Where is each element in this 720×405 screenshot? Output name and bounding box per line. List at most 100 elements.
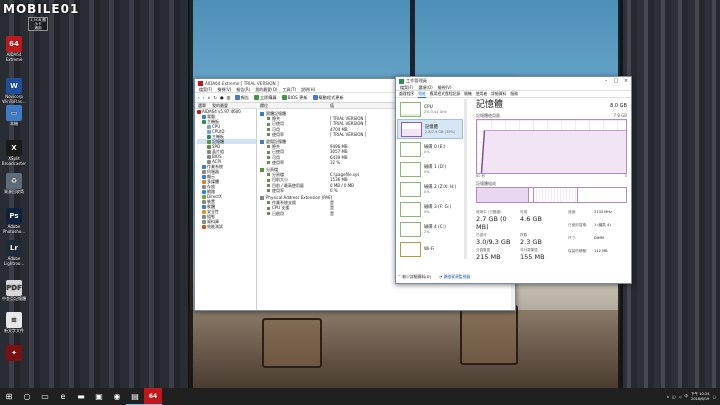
perf-item[interactable]: 磁碟 2 (Z:X: H:) 0% [397, 179, 463, 199]
chrome-icon[interactable]: ◉ [108, 388, 126, 405]
tree-item-icon [202, 204, 206, 209]
tree-item[interactable]: 效能測試 [197, 224, 256, 229]
composition-standby [533, 188, 579, 202]
aida64-app-icon [198, 80, 203, 86]
explorer-icon[interactable]: ▬ [72, 388, 90, 405]
chart-icon[interactable]: ▥ [227, 95, 231, 100]
maximize-icon[interactable]: □ [611, 78, 621, 84]
field-label: 已啟用 [272, 210, 284, 216]
desktop-icon[interactable]: PDF 中金亞記憶體 [1, 280, 27, 302]
search-icon[interactable]: ○ [18, 388, 36, 405]
edge-icon[interactable]: e [54, 388, 72, 405]
forward-icon[interactable]: › [203, 95, 205, 100]
perf-item[interactable]: CPU 2% 3.41 GHz [397, 99, 463, 119]
desktop-icon[interactable]: ✦ [1, 345, 27, 362]
perf-thumbnail [400, 221, 421, 237]
desktop-icon[interactable]: X XSplit Broadcaster [1, 140, 27, 166]
perf-item[interactable]: 磁碟 3 (F: G:) 0% [397, 199, 463, 219]
floor [190, 310, 620, 388]
field-column-header[interactable]: 欄位 [258, 103, 330, 108]
taskmanager-icon[interactable]: ▤ [126, 388, 144, 405]
tab-3[interactable]: 開機 [464, 91, 472, 97]
buy-button[interactable]: 立即購買 [253, 95, 278, 101]
composition-in-use [477, 188, 530, 202]
lightroom-icon: Lr [6, 240, 22, 256]
menu-item[interactable]: 檔案(F) [400, 85, 413, 91]
desktop-icon[interactable]: W Novicorp WinToFlas... [1, 78, 27, 104]
menu-item[interactable]: 工具(T) [282, 87, 296, 93]
start-icon[interactable]: ⊞ [0, 388, 18, 405]
sidebar-scrollbar[interactable] [464, 99, 467, 259]
menu-item[interactable]: 報告(R) [236, 87, 250, 93]
perf-thumbnail [400, 201, 421, 217]
desktop-icon[interactable]: ♻ 資源回收筒 [1, 173, 27, 195]
tab-favorites[interactable]: 我的最愛 [209, 103, 231, 109]
aida64-taskbar-icon[interactable]: 64 [144, 388, 162, 405]
up-icon[interactable]: ∧ [207, 95, 210, 100]
tree-item-icon [207, 134, 211, 139]
field-icon [267, 127, 270, 131]
field-label: 使用率 [272, 187, 284, 193]
panel-title: 記憶體 [476, 100, 504, 110]
stat: 已認可 3.0/9.3 GB [476, 233, 520, 246]
desktop-icon[interactable]: ▭ 本機 [1, 105, 27, 127]
fewer-details-button[interactable]: ⌃ 較少詳細資料(D) [398, 274, 431, 280]
notification-icon[interactable]: ▢ [713, 395, 716, 399]
minimize-icon[interactable]: – [601, 78, 611, 84]
field-icon [267, 132, 270, 136]
menu-item[interactable]: 檔案(F) [199, 87, 212, 93]
aida64-icon: 64 [6, 36, 22, 52]
menu-item[interactable]: 檢視(V) [438, 85, 452, 91]
perf-item[interactable]: 磁碟 1 (D:) 0% [397, 159, 463, 179]
value-column-header[interactable]: 值 [330, 103, 334, 108]
bios-update-button[interactable]: BIOS 更新 [281, 95, 309, 101]
tab-menu[interactable]: 選單 [195, 103, 209, 109]
chevron-up-icon[interactable]: ∧ [667, 395, 670, 399]
menu-item[interactable]: 我的最愛(O) [255, 87, 277, 93]
tree-item-icon [207, 149, 211, 154]
close-icon[interactable]: × [621, 78, 631, 84]
perf-item-sub: 0% [424, 150, 430, 154]
perf-item[interactable]: 磁碟 0 (E:) 0% [397, 139, 463, 159]
perf-item[interactable]: 記憶體 2.8/7.9 GB (35%) [397, 119, 463, 139]
desktop-icon[interactable]: Ps Adobe Photosho... [1, 208, 27, 234]
back-icon[interactable]: ‹ [198, 95, 200, 100]
desktop-icon[interactable]: ≡ 新文字文件 [1, 312, 27, 334]
tab-2[interactable]: 應用程式歷程記錄 [430, 91, 460, 97]
stat: 非分頁集區 155 MB [520, 248, 564, 261]
memory-stats: 使用中 (已壓縮) 2.7 GB (0 MB) 可用 4.6 GB 已認可 3.0/9.3… [476, 210, 564, 261]
task-view-icon[interactable]: ▭ [36, 388, 54, 405]
stat-value: 2.3 GB [520, 238, 542, 246]
desktop-icon[interactable]: Lr Adobe Lightroo... [1, 240, 27, 266]
tab-1[interactable]: 效能 [418, 91, 426, 98]
menu-item[interactable]: 說明(H) [301, 87, 315, 93]
section-icon [260, 167, 264, 172]
volume-icon[interactable]: ◁ [679, 395, 682, 399]
field-icon [267, 201, 270, 205]
spec-label: 保留的硬體: [568, 249, 588, 253]
field-icon [267, 178, 270, 182]
field-label: 使用率 [272, 131, 284, 137]
perf-item[interactable]: Wi-Fi [397, 239, 463, 259]
tree-item-icon [202, 194, 206, 199]
memory-usage-graph [476, 119, 627, 174]
time-left: 60 秒 [476, 174, 486, 178]
desktop-icon[interactable]: 64 AIDA64 Extreme [1, 36, 27, 62]
perf-item[interactable]: 磁碟 4 (C:) 2% [397, 219, 463, 239]
store-icon[interactable]: ▣ [90, 388, 108, 405]
refresh-icon[interactable]: ↻ [213, 95, 217, 100]
resource-monitor-link[interactable]: ◔ 開啟資源監視器 [439, 274, 470, 280]
report-button[interactable]: 報告 [234, 95, 250, 101]
aida64-tree: AIDA64 v5.97.4600 電腦 主機板 CPU CPUID 主機板 記憶體 SPD 晶… [195, 109, 257, 310]
stat: 分頁集區 215 MB [476, 248, 520, 261]
tab-0[interactable]: 處理程序 [399, 91, 414, 97]
network-icon[interactable]: ◫ [672, 395, 675, 399]
driver-update-button[interactable]: 驅動程式更新 [312, 95, 345, 101]
taskmanager-app-icon [399, 78, 404, 84]
ime-icon[interactable]: 中 [684, 394, 688, 399]
tree-item-icon [202, 184, 206, 189]
taskmanager-window[interactable]: 工作管理員 – □ × 檔案(F) 選項(O) 檢視(V) 處理程序 效能 應用程式歷程記錄… [395, 76, 632, 284]
clock[interactable]: 下午 10:24 2018/6/19 [691, 392, 710, 401]
menu-item[interactable]: 檢視(V) [217, 87, 231, 93]
user-icon[interactable]: ● [220, 95, 224, 100]
